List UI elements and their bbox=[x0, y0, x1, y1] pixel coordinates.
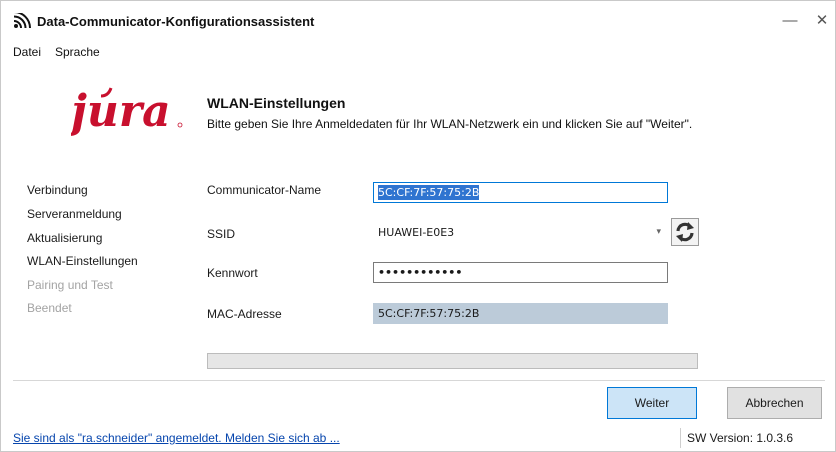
refresh-button[interactable] bbox=[671, 218, 699, 246]
minimize-button[interactable]: — bbox=[775, 9, 805, 33]
ssid-select[interactable]: HUAWEI-E0E3 ▾ bbox=[373, 222, 668, 243]
step-beendet: Beendet bbox=[27, 301, 72, 315]
communicator-name-label: Communicator-Name bbox=[207, 183, 322, 197]
menu-sprache[interactable]: Sprache bbox=[55, 45, 100, 59]
refresh-icon bbox=[676, 222, 694, 242]
mac-address-field: 5C:CF:7F:57:75:2B bbox=[373, 303, 668, 324]
communicator-name-input[interactable]: 5C:CF:7F:57:75:2B bbox=[373, 182, 668, 203]
logout-link[interactable]: Sie sind als "ra.schneider" angemeldet. … bbox=[13, 431, 340, 445]
password-label: Kennwort bbox=[207, 266, 258, 280]
mac-address-value: 5C:CF:7F:57:75:2B bbox=[378, 307, 480, 320]
wifi-icon bbox=[13, 13, 31, 29]
step-pairing-und-test: Pairing und Test bbox=[27, 278, 113, 292]
divider bbox=[13, 380, 825, 381]
menu-datei[interactable]: Datei bbox=[13, 45, 41, 59]
window-title: Data-Communicator-Konfigurationsassisten… bbox=[37, 14, 315, 29]
status-divider bbox=[680, 428, 681, 448]
password-value: •••••••••••• bbox=[378, 266, 463, 279]
title-bar: Data-Communicator-Konfigurationsassisten… bbox=[1, 1, 835, 41]
close-button[interactable]: ✕ bbox=[807, 9, 836, 33]
next-button[interactable]: Weiter bbox=[607, 387, 697, 419]
page-title: WLAN-Einstellungen bbox=[207, 95, 346, 111]
cancel-button[interactable]: Abbrechen bbox=[727, 387, 822, 419]
ssid-value: HUAWEI-E0E3 bbox=[378, 226, 455, 239]
menu-bar: Datei Sprache bbox=[1, 41, 835, 63]
mac-address-label: MAC-Adresse bbox=[207, 307, 282, 321]
step-wlan-einstellungen: WLAN-Einstellungen bbox=[27, 254, 138, 268]
step-aktualisierung: Aktualisierung bbox=[27, 231, 103, 245]
page-subtitle: Bitte geben Sie Ihre Anmeldedaten für Ih… bbox=[207, 117, 693, 131]
communicator-name-value: 5C:CF:7F:57:75:2B bbox=[378, 185, 480, 200]
svg-text:jura: jura bbox=[71, 86, 171, 137]
password-input[interactable]: •••••••••••• bbox=[373, 262, 668, 283]
chevron-down-icon: ▾ bbox=[656, 227, 661, 237]
version-label: SW Version: 1.0.3.6 bbox=[687, 431, 794, 445]
ssid-label: SSID bbox=[207, 227, 236, 241]
step-serveranmeldung: Serveranmeldung bbox=[27, 207, 122, 221]
wizard-window: Data-Communicator-Konfigurationsassisten… bbox=[0, 0, 836, 452]
step-verbindung: Verbindung bbox=[27, 183, 88, 197]
jura-logo: jura bbox=[71, 86, 183, 137]
progress-bar bbox=[207, 353, 698, 369]
